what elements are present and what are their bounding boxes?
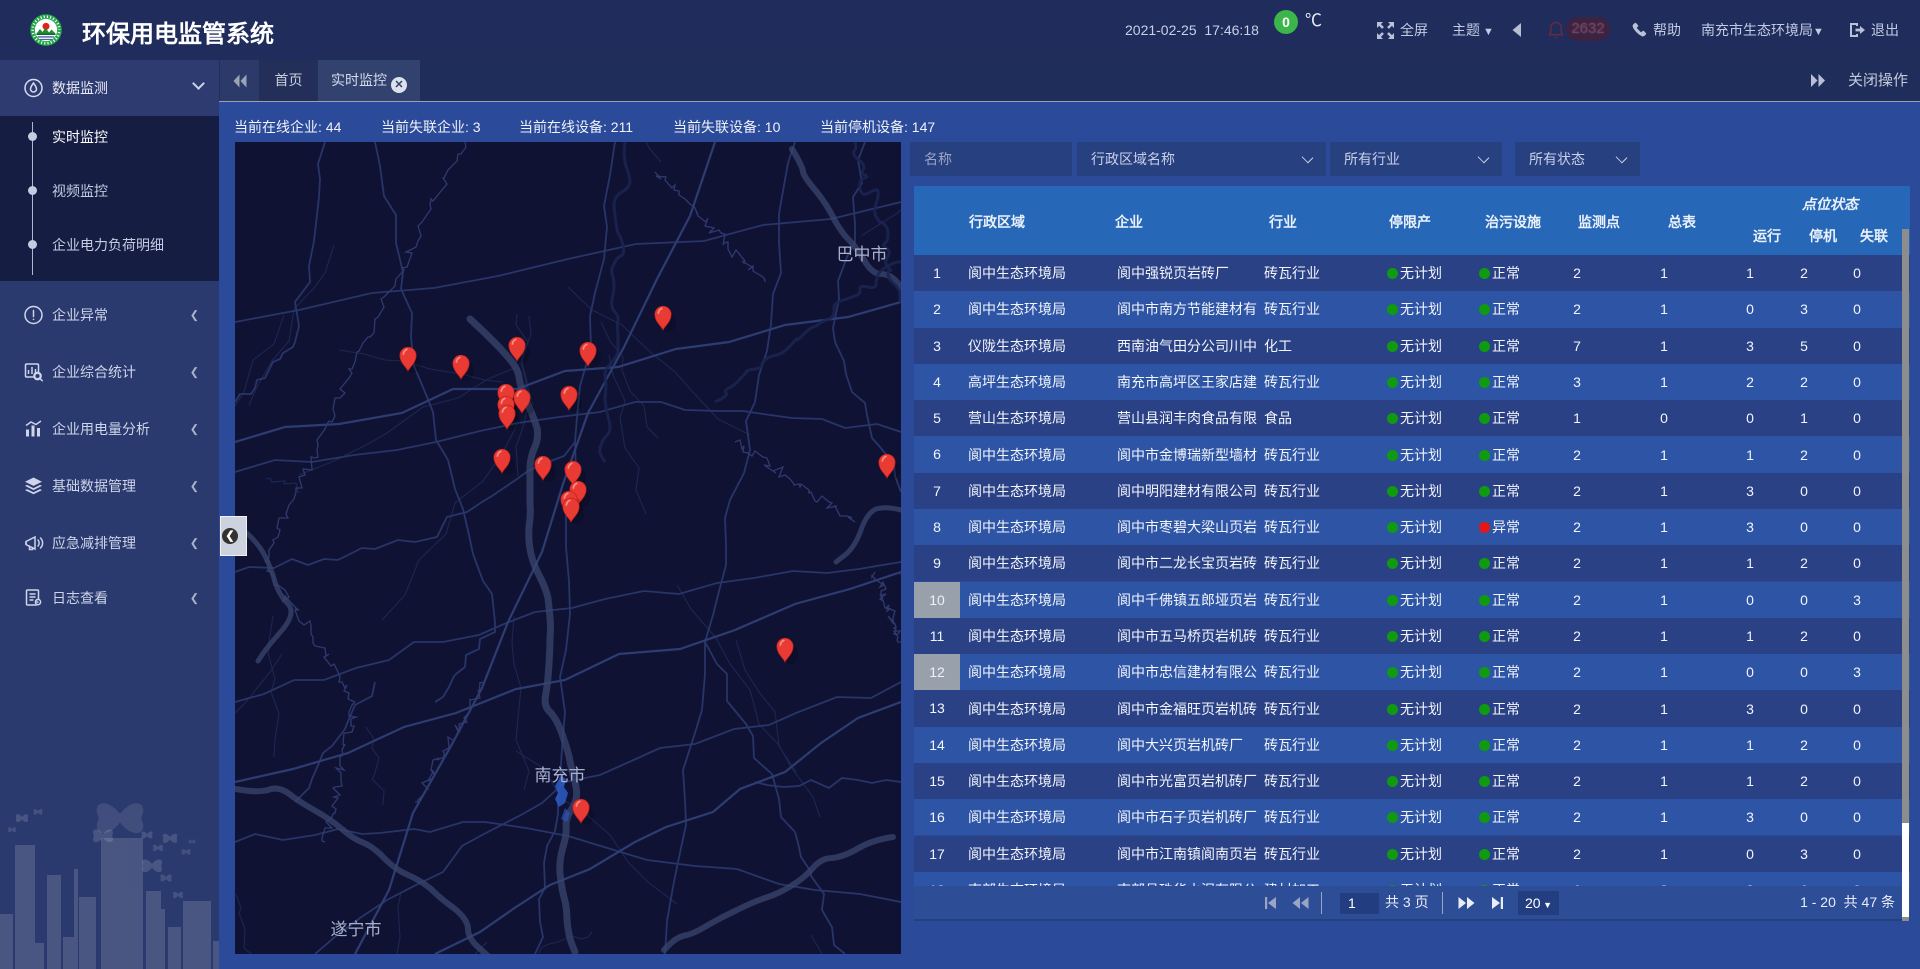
svg-text:巴中市: 巴中市: [837, 240, 888, 265]
svg-text:遂宁市: 遂宁市: [331, 915, 382, 940]
svg-text:南充市: 南充市: [535, 761, 586, 786]
